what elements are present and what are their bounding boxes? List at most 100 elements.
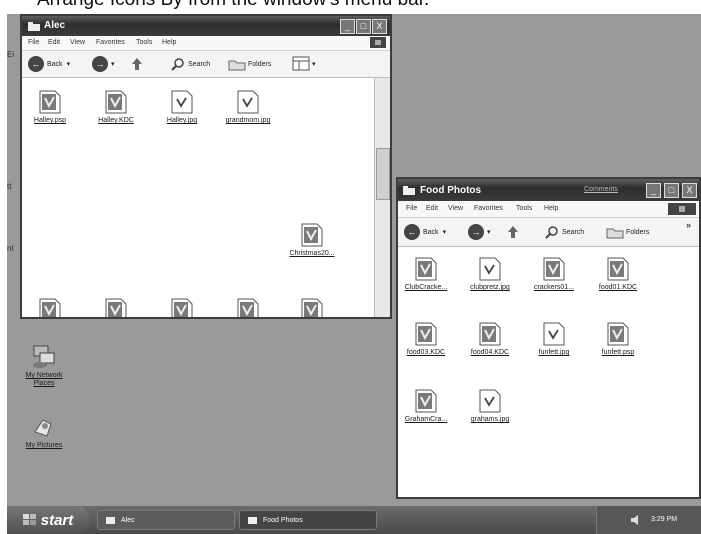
food-file-list[interactable]: ClubCracke... clubpretz.jpg crackers01..… <box>398 247 699 497</box>
file-item[interactable]: Halley.psp <box>22 90 80 124</box>
menu-favorites[interactable]: Favorites <box>96 39 125 46</box>
menu-file[interactable]: File <box>28 39 39 46</box>
folders-button[interactable]: Folders <box>606 225 649 239</box>
minimize-button[interactable]: _ <box>340 19 355 34</box>
maximize-button[interactable]: □ <box>356 19 371 34</box>
back-label: Back <box>47 60 63 68</box>
jpg-file-icon <box>171 90 193 114</box>
file-item[interactable]: Christmas20... <box>282 223 342 257</box>
food-photos-window[interactable]: Food Photos Comments _ □ X File Edit Vie… <box>396 177 701 499</box>
menu-help[interactable]: Help <box>544 205 558 212</box>
minimize-button[interactable]: _ <box>646 183 661 198</box>
close-button[interactable]: X <box>682 183 697 198</box>
menu-favorites[interactable]: Favorites <box>474 205 503 212</box>
search-button[interactable]: Search <box>544 225 584 239</box>
file-name: Christmas20... <box>289 250 335 257</box>
folder-icon <box>28 22 40 31</box>
search-icon <box>171 58 184 71</box>
task-label: Alec <box>121 516 135 524</box>
file-item[interactable]: food01.KDC <box>588 257 648 291</box>
forward-button[interactable]: → ▾ <box>468 224 491 240</box>
file-item[interactable]: funfett.jpg <box>524 322 584 356</box>
menu-view[interactable]: View <box>448 205 463 212</box>
menu-bar: File Edit View Favorites Tools Help <box>398 201 699 218</box>
image-file-icon <box>237 298 259 319</box>
close-button[interactable]: X <box>372 19 387 34</box>
desktop[interactable]: Ei tt nt My Network Places My Pictures A… <box>7 14 701 506</box>
alec-file-list[interactable]: Halley.psp Halley.KDC Halley.jpg grandmo… <box>22 78 374 317</box>
desktop-icon-my-pictures[interactable]: My Pictures <box>16 414 72 450</box>
image-file-icon <box>105 90 127 114</box>
forward-arrow-icon: → <box>468 224 484 240</box>
food-title-bar[interactable]: Food Photos Comments _ □ X <box>398 179 699 201</box>
image-file-icon <box>415 322 437 346</box>
speaker-icon[interactable] <box>629 514 643 526</box>
file-item[interactable]: Halley.jpg <box>152 90 212 124</box>
menu-tools[interactable]: Tools <box>516 205 532 212</box>
back-arrow-icon: ← <box>404 224 420 240</box>
jpg-file-icon <box>479 389 501 413</box>
folder-icon <box>403 186 415 195</box>
system-tray: 3:29 PM <box>596 506 701 534</box>
file-item[interactable]: crackers01... <box>524 257 584 291</box>
file-name: ClubCracke... <box>404 284 448 291</box>
alec-vertical-scrollbar[interactable] <box>374 78 390 317</box>
up-folder-button[interactable] <box>130 56 144 72</box>
folders-icon <box>228 60 246 71</box>
toolbar: ← Back ▾ → ▾ Search Folders » <box>398 218 699 247</box>
image-file-icon <box>415 389 437 413</box>
image-file-icon <box>415 257 437 281</box>
menu-tools[interactable]: Tools <box>136 39 152 46</box>
menu-edit[interactable]: Edit <box>426 205 438 212</box>
back-label: Back <box>423 228 439 236</box>
search-label: Search <box>562 228 585 236</box>
file-item[interactable]: food04.KDC <box>460 322 520 356</box>
search-button[interactable]: Search <box>170 57 210 71</box>
menu-help[interactable]: Help <box>162 39 176 46</box>
start-button[interactable]: start <box>7 506 89 534</box>
file-item[interactable]: funfett.psp <box>588 322 648 356</box>
folders-button[interactable]: Folders <box>228 57 271 71</box>
file-item[interactable]: ClubCracke... <box>398 257 456 291</box>
comments-link[interactable]: Comments <box>584 186 618 193</box>
views-button[interactable]: ▾ <box>292 56 316 71</box>
alec-window[interactable]: Alec _ □ X File Edit View Favorites Tool… <box>20 14 392 319</box>
toolbar-chevron-icon[interactable]: » <box>686 220 691 230</box>
desktop-icon-network-places[interactable]: My Network Places <box>16 344 72 388</box>
maximize-button[interactable]: □ <box>664 183 679 198</box>
file-item[interactable]: food03.KDC <box>398 322 456 356</box>
file-item[interactable]: clubpretz.jpg <box>460 257 520 291</box>
file-item[interactable]: grandmom.jpg <box>218 90 278 124</box>
menu-file[interactable]: File <box>406 205 417 212</box>
taskbar-item-alec[interactable]: Alec <box>97 510 235 530</box>
folders-label: Folders <box>626 228 650 236</box>
back-button[interactable]: ← Back ▾ <box>28 56 70 72</box>
file-item[interactable]: grahams.jpg <box>460 389 520 423</box>
desktop-edge-label: Ei <box>7 50 15 59</box>
file-name: GrahamCra... <box>404 416 448 423</box>
back-button[interactable]: ← Back ▾ <box>404 224 446 240</box>
desktop-icon-label: My Network Places <box>25 372 63 387</box>
up-folder-button[interactable] <box>506 224 520 240</box>
scrollbar-thumb[interactable] <box>376 148 390 200</box>
file-item[interactable]: Halley.KDC <box>86 90 146 124</box>
jpg-file-icon <box>543 322 565 346</box>
windows-logo-icon <box>370 37 386 48</box>
file-name: food03.KDC <box>406 349 446 356</box>
views-icon <box>292 56 310 71</box>
search-label: Search <box>188 60 211 68</box>
folders-label: Folders <box>248 60 272 68</box>
image-file-icon <box>543 257 565 281</box>
file-name: Halley.psp <box>33 117 67 124</box>
window-title: Alec <box>44 20 66 31</box>
network-places-icon <box>33 345 55 368</box>
forward-button[interactable]: → ▾ <box>92 56 115 72</box>
taskbar-item-food-photos[interactable]: Food Photos <box>239 510 377 530</box>
file-name: funfett.psp <box>601 349 635 356</box>
forward-arrow-icon: → <box>92 56 108 72</box>
file-name: funfett.jpg <box>538 349 570 356</box>
menu-edit[interactable]: Edit <box>48 39 60 46</box>
file-item[interactable]: GrahamCra... <box>398 389 456 423</box>
menu-view[interactable]: View <box>70 39 85 46</box>
alec-title-bar[interactable]: Alec _ □ X <box>22 16 390 36</box>
